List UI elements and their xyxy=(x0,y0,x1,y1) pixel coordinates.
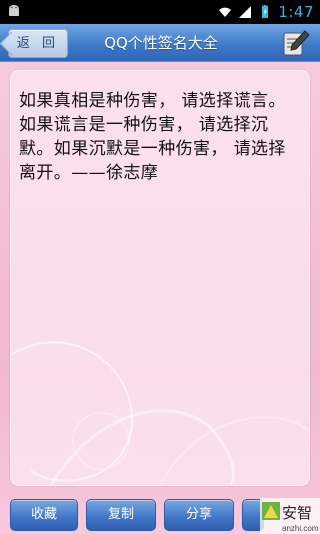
pen-icon[interactable] xyxy=(280,27,312,59)
signal-icon xyxy=(239,6,252,18)
bottom-bar: 收藏 复制 分享 安智 anzhi.com xyxy=(0,492,320,534)
copy-button[interactable]: 复制 xyxy=(86,499,156,531)
signature-card: 如果真相是种伤害， 请选择谎言。 如果谎言是一种伤害， 请选择沉默。如果沉默是一… xyxy=(10,70,310,486)
back-button[interactable]: 返 回 xyxy=(8,29,68,58)
share-button[interactable]: 分享 xyxy=(164,499,234,531)
status-bar: 1:47 xyxy=(0,0,320,24)
android-icon xyxy=(6,3,22,19)
signature-text[interactable]: 如果真相是种伤害， 请选择谎言。 如果谎言是一种伤害， 请选择沉默。如果沉默是一… xyxy=(19,89,301,185)
battery-icon xyxy=(262,5,269,18)
status-time: 1:47 xyxy=(278,3,314,21)
page-title: QQ个性签名大全 xyxy=(104,34,218,52)
back-button-label: 返 回 xyxy=(16,36,60,51)
anzhi-watermark-logo: 安智 anzhi.com xyxy=(260,498,320,534)
wifi-icon xyxy=(219,7,232,17)
svg-text:anzhi.com: anzhi.com xyxy=(282,524,319,533)
title-bar: 返 回 QQ个性签名大全 xyxy=(0,24,320,62)
collect-button[interactable]: 收藏 xyxy=(10,499,78,531)
svg-text:安智: 安智 xyxy=(282,504,312,522)
